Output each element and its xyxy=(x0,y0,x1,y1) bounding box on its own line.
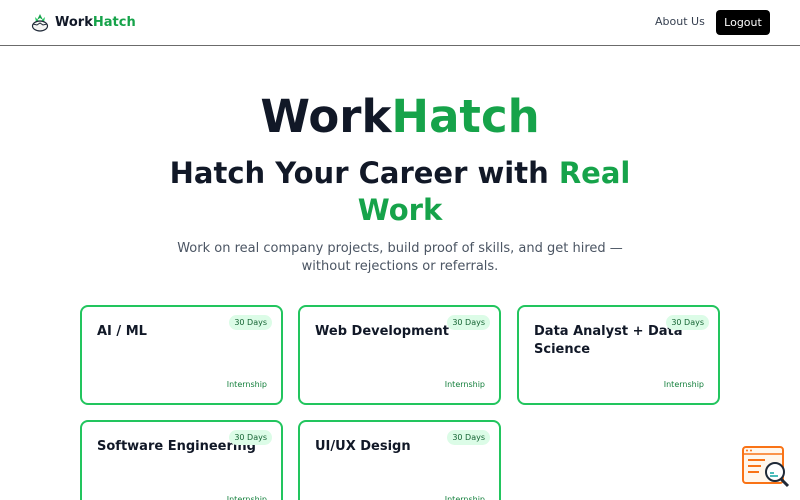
card-title: Web Development xyxy=(315,324,449,339)
duration-badge: 30 Days xyxy=(447,315,490,330)
card-type-label: Internship xyxy=(444,495,485,500)
program-card-ai-ml[interactable]: AI / ML 30 Days Internship xyxy=(80,305,283,405)
chat-support-widget[interactable] xyxy=(741,445,791,489)
brand-logo-icon xyxy=(31,14,49,32)
hero-description: Work on real company projects, build pro… xyxy=(177,241,623,274)
brand[interactable]: WorkHatch xyxy=(31,12,136,32)
duration-badge: 30 Days xyxy=(229,430,272,445)
brand-name: WorkHatch xyxy=(55,14,136,30)
program-card-software-engineering[interactable]: Software Engineering 30 Days Internship xyxy=(80,420,283,500)
duration-badge: 30 Days xyxy=(666,315,709,330)
card-type-label: Internship xyxy=(226,380,267,389)
card-title: AI / ML xyxy=(97,324,147,339)
program-card-data-analyst[interactable]: Data Analyst + Data Science 30 Days Inte… xyxy=(517,305,720,405)
duration-badge: 30 Days xyxy=(447,430,490,445)
navbar: WorkHatch About Us Logout xyxy=(0,0,800,46)
hero-title: WorkHatch xyxy=(260,90,540,143)
card-type-label: Internship xyxy=(226,495,267,500)
card-title: UI/UX Design xyxy=(315,439,411,454)
about-us-link[interactable]: About Us xyxy=(655,15,705,28)
chat-support-icon xyxy=(742,446,790,488)
card-type-label: Internship xyxy=(444,380,485,389)
program-card-ui-ux-design[interactable]: UI/UX Design 30 Days Internship xyxy=(298,420,501,500)
hero-subtitle: Hatch Your Career with Real Work xyxy=(169,156,631,227)
duration-badge: 30 Days xyxy=(229,315,272,330)
program-card-web-development[interactable]: Web Development 30 Days Internship xyxy=(298,305,501,405)
card-type-label: Internship xyxy=(663,380,704,389)
card-title: Data Analyst + Data Science xyxy=(534,324,683,357)
logout-button[interactable]: Logout xyxy=(716,10,770,35)
